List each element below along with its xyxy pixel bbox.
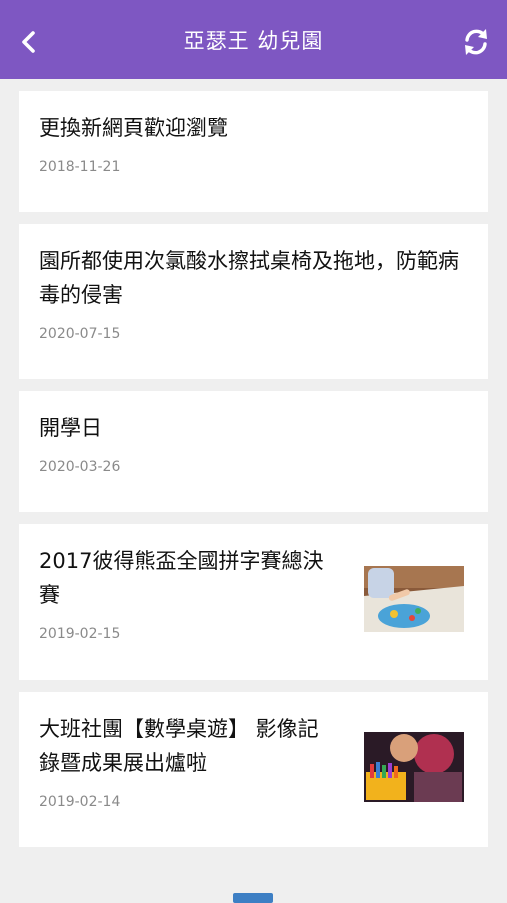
news-title: 更換新網頁歡迎瀏覽	[39, 116, 228, 140]
refresh-icon	[465, 29, 487, 55]
news-title: 2017彼得熊盃全國拼字賽總決賽	[39, 549, 324, 607]
news-item[interactable]: 園所都使用次氯酸水擦拭桌椅及拖地，防範病毒的侵害 2020-07-15	[19, 224, 488, 379]
news-list: 更換新網頁歡迎瀏覽 2018-11-21 園所都使用次氯酸水擦拭桌椅及拖地，防範…	[19, 91, 488, 859]
news-item[interactable]: 更換新網頁歡迎瀏覽 2018-11-21	[19, 91, 488, 212]
news-item[interactable]: 2017彼得熊盃全國拼字賽總決賽 2019-02-15	[19, 524, 488, 680]
news-thumbnail-crayons	[364, 732, 464, 802]
news-title: 園所都使用次氯酸水擦拭桌椅及拖地，防範病毒的侵害	[39, 249, 459, 307]
news-date: 2020-07-15	[39, 326, 121, 342]
app-header: 亞瑟王 幼兒園	[0, 0, 507, 79]
news-item[interactable]: 大班社團【數學桌遊】 影像記錄暨成果展出爐啦 2019-02-14	[19, 692, 488, 847]
news-date: 2020-03-26	[39, 459, 121, 475]
news-date: 2018-11-21	[39, 159, 121, 175]
news-item[interactable]: 開學日 2020-03-26	[19, 391, 488, 512]
news-thumbnail-painting	[364, 566, 464, 632]
news-title: 開學日	[39, 416, 102, 440]
page-title: 亞瑟王 幼兒園	[183, 29, 324, 53]
refresh-button[interactable]	[461, 26, 491, 58]
page-indicator[interactable]	[233, 893, 273, 903]
news-title: 大班社團【數學桌遊】 影像記錄暨成果展出爐啦	[39, 717, 319, 775]
